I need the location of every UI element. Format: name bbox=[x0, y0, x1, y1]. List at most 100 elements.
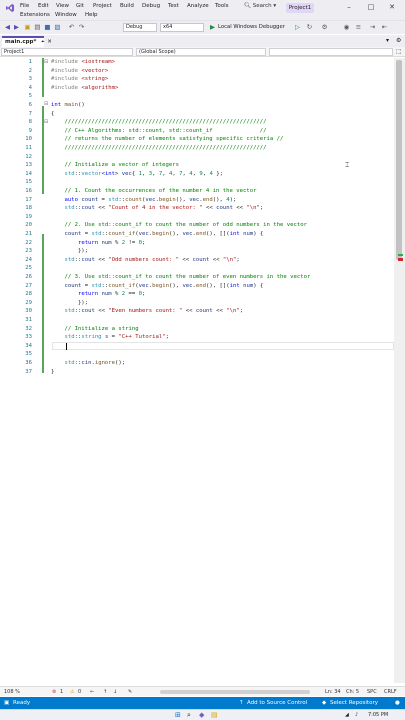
add-to-source-control-button[interactable]: Add to Source Control bbox=[247, 699, 307, 707]
start-debug-icon[interactable]: ▶ bbox=[208, 23, 217, 32]
source-control-icon: ↑ bbox=[239, 700, 244, 706]
brush-icon[interactable]: ✎ bbox=[128, 688, 132, 696]
code-editor[interactable]: ⊟ ⊟ ⊟ 1 2 3 4 5 6 7 8 9 10 11 12 13 14 1… bbox=[0, 58, 405, 683]
menu-analyze[interactable]: Analyze bbox=[187, 3, 209, 9]
redo-icon[interactable]: ↷ bbox=[77, 23, 86, 32]
close-icon[interactable]: ✕ bbox=[387, 3, 397, 13]
configuration-dropdown[interactable]: Debug bbox=[123, 23, 157, 32]
document-tab-strip: main.cpp* ⌖ ✕ ▾ ⚙ bbox=[0, 35, 405, 47]
horizontal-scrollbar[interactable] bbox=[160, 690, 310, 694]
tool-icon[interactable]: ⚙ bbox=[320, 23, 329, 32]
platform-dropdown[interactable]: x64 bbox=[160, 23, 204, 32]
comment-icon[interactable]: ≡ bbox=[354, 23, 363, 32]
status-bar: ▣ Ready ↑ Add to Source Control ◆ Select… bbox=[0, 697, 405, 709]
search-icon[interactable]: ⌕ bbox=[187, 711, 191, 720]
line-number: 25 bbox=[25, 265, 32, 272]
line-number: 32 bbox=[25, 325, 32, 332]
toolbar: ◀ ▶ ▣ ▤ ■ ▨ ↶ ↷ Debug x64 ▶ Local Window… bbox=[0, 20, 405, 34]
code-line: // 3. Use std::count_if to count the num… bbox=[51, 274, 311, 280]
select-repository-button[interactable]: Select Repository bbox=[330, 699, 378, 707]
code-line: } bbox=[51, 368, 55, 375]
scope-dropdown-value: (Global Scope) bbox=[139, 49, 176, 55]
fold-icon[interactable]: ⊟ bbox=[44, 101, 48, 107]
menu-view[interactable]: View bbox=[56, 3, 69, 9]
menu-build[interactable]: Build bbox=[120, 3, 134, 9]
minimize-icon[interactable]: – bbox=[344, 3, 354, 13]
split-view-icon[interactable]: ⬚ bbox=[396, 48, 402, 55]
back-icon[interactable]: ◀ bbox=[3, 23, 12, 32]
menu-project[interactable]: Project bbox=[93, 3, 112, 9]
line-number: 28 bbox=[25, 291, 32, 298]
indent-icon[interactable]: ⇥ bbox=[368, 23, 377, 32]
menu-file[interactable]: File bbox=[20, 3, 29, 9]
line-number: 13 bbox=[25, 162, 32, 169]
project-name-badge[interactable]: Project1 bbox=[286, 3, 314, 13]
search-icon: 🔍︎ bbox=[244, 3, 251, 9]
editor-info-bar: 108 % ⊗ 1 ⚠ 0 ← ↑ ↓ ✎ Ln: 34 Ch: 5 SPC C… bbox=[0, 686, 405, 696]
tab-overflow-icon[interactable]: ▾ bbox=[386, 37, 389, 44]
undo-icon[interactable]: ↶ bbox=[67, 23, 76, 32]
visual-studio-taskbar-icon[interactable]: ◆ bbox=[199, 711, 204, 719]
line-ending-indicator[interactable]: CRLF bbox=[384, 688, 397, 696]
save-all-icon[interactable]: ▨ bbox=[53, 23, 62, 32]
hot-reload-icon[interactable]: ↻ bbox=[305, 23, 314, 32]
settings-icon[interactable]: ⚙ bbox=[396, 37, 401, 44]
pin-icon[interactable]: ⌖ bbox=[41, 39, 44, 45]
tab-main-cpp[interactable]: main.cpp* ⌖ ✕ bbox=[2, 36, 52, 47]
previous-issue-icon[interactable]: ← bbox=[90, 688, 94, 696]
outdent-icon[interactable]: ⇤ bbox=[380, 23, 389, 32]
line-number: 14 bbox=[25, 170, 32, 177]
menu-test[interactable]: Test bbox=[168, 3, 179, 9]
fold-icon[interactable]: ⊟ bbox=[44, 59, 48, 65]
error-count[interactable]: 1 bbox=[60, 688, 63, 696]
new-project-icon[interactable]: ▣ bbox=[23, 23, 32, 32]
start-menu-icon[interactable]: ⊞ bbox=[175, 711, 181, 719]
file-explorer-icon[interactable]: ▤ bbox=[211, 711, 218, 719]
code-line: std::cin.ignore(); bbox=[64, 360, 126, 366]
menu-git[interactable]: Git bbox=[76, 3, 84, 9]
start-debugger-button[interactable]: Local Windows Debugger bbox=[218, 23, 285, 32]
title-bar: File Edit View Git Project Build Debug T… bbox=[0, 0, 405, 20]
menu-window[interactable]: Window bbox=[55, 12, 77, 18]
code-line: std::cout << "Odd numbers count: " << co… bbox=[64, 256, 240, 263]
menu-tools[interactable]: Tools bbox=[215, 3, 229, 9]
forward-icon[interactable]: ▶ bbox=[12, 23, 21, 32]
open-folder-icon[interactable]: ▤ bbox=[33, 23, 42, 32]
member-dropdown[interactable] bbox=[269, 48, 393, 56]
clock-time[interactable]: 7:05 PM bbox=[368, 712, 388, 718]
menu-edit[interactable]: Edit bbox=[38, 3, 49, 9]
warning-icon[interactable]: ⚠ bbox=[70, 688, 74, 696]
error-icon[interactable]: ⊗ bbox=[52, 688, 56, 696]
scrollbar-thumb[interactable] bbox=[396, 60, 402, 260]
line-number: 31 bbox=[25, 317, 32, 323]
start-without-debug-icon[interactable]: ▷ bbox=[293, 23, 302, 32]
network-icon[interactable]: ◢ bbox=[345, 712, 349, 718]
save-icon[interactable]: ■ bbox=[43, 23, 52, 32]
zoom-level[interactable]: 108 % bbox=[4, 688, 20, 696]
code-line: count = std::count_if(vec.begin(), vec.e… bbox=[64, 282, 264, 289]
line-number: 20 bbox=[25, 222, 32, 229]
vertical-scrollbar[interactable] bbox=[394, 58, 405, 683]
menu-extensions[interactable]: Extensions bbox=[20, 12, 50, 18]
warning-count[interactable]: 0 bbox=[78, 688, 81, 696]
menu-help[interactable]: Help bbox=[85, 12, 98, 18]
code-line: }); bbox=[51, 299, 89, 306]
ready-icon: ▣ bbox=[4, 700, 10, 706]
arrow-down-icon[interactable]: ↓ bbox=[113, 688, 117, 696]
fold-icon[interactable]: ⊟ bbox=[44, 119, 48, 125]
arrow-up-icon[interactable]: ↑ bbox=[103, 688, 107, 696]
line-number: 36 bbox=[25, 360, 32, 366]
menu-debug[interactable]: Debug bbox=[142, 3, 160, 9]
line-number: 3 bbox=[28, 76, 32, 83]
project-dropdown[interactable]: Project1 bbox=[1, 48, 133, 56]
notifications-icon[interactable]: ● bbox=[395, 699, 400, 707]
spacing-indicator[interactable]: SPC bbox=[367, 688, 377, 696]
breakpoint-icon[interactable]: ◉ bbox=[342, 23, 351, 32]
volume-icon[interactable]: ♪ bbox=[355, 712, 358, 718]
scope-dropdown[interactable]: (Global Scope) bbox=[136, 48, 266, 56]
line-number: 4 bbox=[28, 84, 32, 91]
close-tab-icon[interactable]: ✕ bbox=[47, 39, 52, 45]
maximize-icon[interactable]: □ bbox=[366, 3, 376, 13]
code-line: return num % 2 == 0; bbox=[77, 291, 146, 298]
search-button[interactable]: 🔍︎ Search ▾ bbox=[244, 3, 282, 13]
